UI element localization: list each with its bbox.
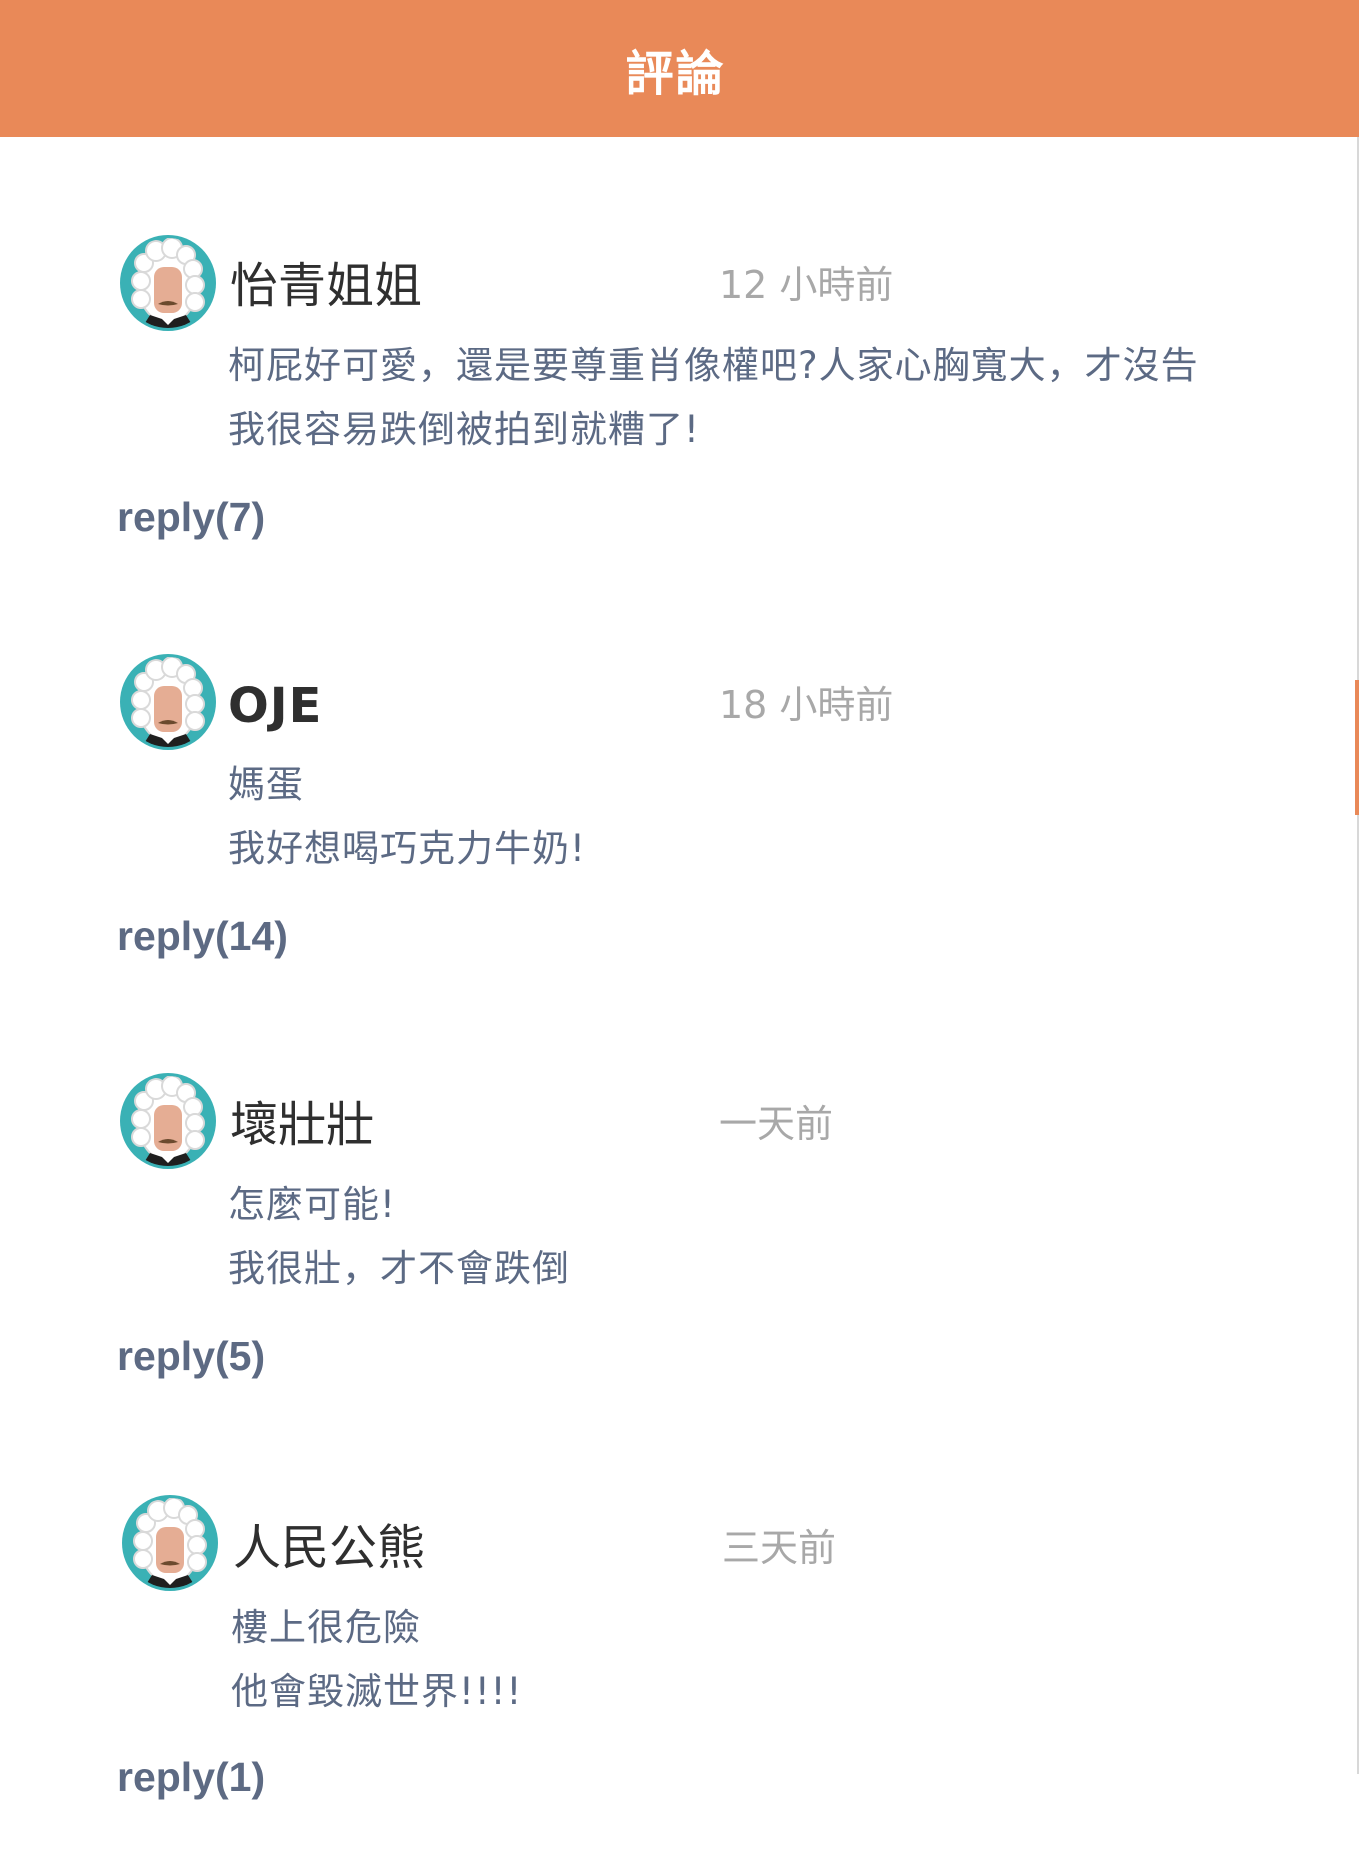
judge-wig-avatar-icon[interactable] — [122, 1495, 218, 1591]
judge-wig-avatar-icon[interactable] — [120, 1073, 216, 1169]
reply-link[interactable]: reply(14) — [117, 916, 288, 957]
comment-text-line: 怎麼可能! — [228, 1183, 396, 1226]
comment-time: 一天前 — [719, 1102, 834, 1146]
comment-author: OJE — [228, 678, 323, 734]
comment-text-line: 我很壯，才不會跌倒 — [228, 1247, 570, 1290]
comment-text-line: 我好想喝巧克力牛奶! — [228, 827, 586, 870]
reply-link[interactable]: reply(1) — [117, 1757, 265, 1798]
comment-time: 18 小時前 — [719, 683, 894, 727]
comment-author: 壞壯壯 — [230, 1097, 375, 1153]
reply-link[interactable]: reply(7) — [117, 497, 265, 538]
judge-wig-avatar-icon[interactable] — [120, 235, 216, 331]
comment-text-line: 他會毀滅世界!!!! — [231, 1670, 523, 1713]
comment-text-line: 媽蛋 — [228, 763, 304, 806]
comment-author: 人民公熊 — [233, 1520, 426, 1576]
comment-text-line: 柯屁好可愛，還是要尊重肖像權吧?人家心胸寬大，才沒告 — [228, 344, 1199, 387]
page-title: 評論 — [625, 45, 726, 102]
comment-list — [0, 137, 1359, 1851]
comment-time: 三天前 — [722, 1526, 837, 1570]
judge-wig-avatar-icon[interactable] — [120, 654, 216, 750]
comment-time: 12 小時前 — [719, 263, 894, 307]
top-bar: 評論 — [0, 0, 1359, 137]
comment-text-line: 我很容易跌倒被拍到就糟了! — [228, 408, 700, 451]
reply-link[interactable]: reply(5) — [117, 1336, 265, 1377]
comment-author: 怡青姐姐 — [230, 258, 423, 314]
scrollbar-thumb[interactable] — [1355, 680, 1359, 815]
comment-text-line: 樓上很危險 — [231, 1606, 421, 1649]
